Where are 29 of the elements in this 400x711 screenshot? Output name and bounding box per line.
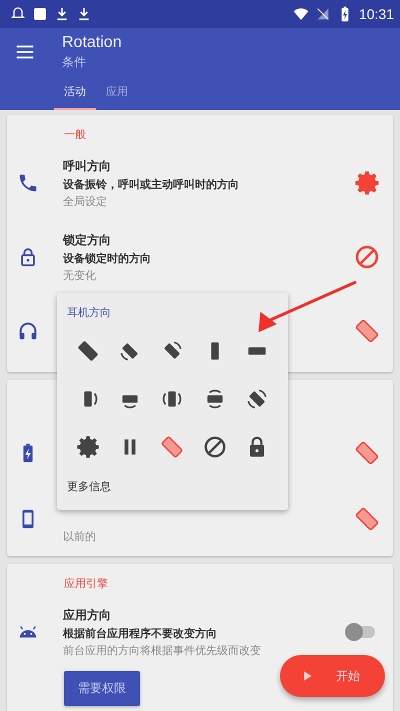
setting-title: 应用方向: [63, 606, 112, 624]
setting-title: 锁定方向: [63, 232, 112, 248]
headphones-icon: [17, 320, 39, 342]
setting-value: 前台应用的方向将根据事件优先级而改变: [63, 642, 262, 658]
no-sim-icon: [314, 6, 331, 22]
wifi-icon: [292, 6, 309, 22]
setting-description: 设备振铃，呼叫或主动呼叫时的方向: [63, 176, 240, 192]
toggle-switch[interactable]: [347, 626, 375, 638]
setting-value: 无变化: [63, 268, 97, 282]
popup-title: 耳机方向: [67, 305, 112, 320]
more-info-item[interactable]: 更多信息: [67, 479, 111, 494]
app-subtitle: 条件: [62, 54, 87, 70]
app-icon: [32, 6, 48, 22]
start-button[interactable]: 开始: [280, 655, 385, 697]
clock: 10:31: [358, 6, 394, 22]
prohibited-icon[interactable]: [202, 434, 228, 460]
setting-description: 设备锁定时的方向: [63, 250, 152, 266]
section-header: 一般: [63, 127, 87, 143]
tab[interactable]: 应用: [96, 76, 138, 110]
phone-icon: [17, 172, 39, 194]
tab[interactable]: 活动: [54, 76, 96, 110]
gear-icon[interactable]: [75, 434, 102, 460]
setting-title: 呼叫方向: [63, 158, 112, 174]
setting-value: 以前的: [63, 528, 97, 544]
permission-button[interactable]: 需要权限: [64, 671, 140, 706]
setting-description: 根据前台应用程序不要改变方向: [63, 626, 218, 640]
section-header: 应用引擎: [63, 576, 109, 592]
setting-value: 全局设定: [63, 194, 108, 208]
app-title: Rotation: [62, 34, 122, 52]
